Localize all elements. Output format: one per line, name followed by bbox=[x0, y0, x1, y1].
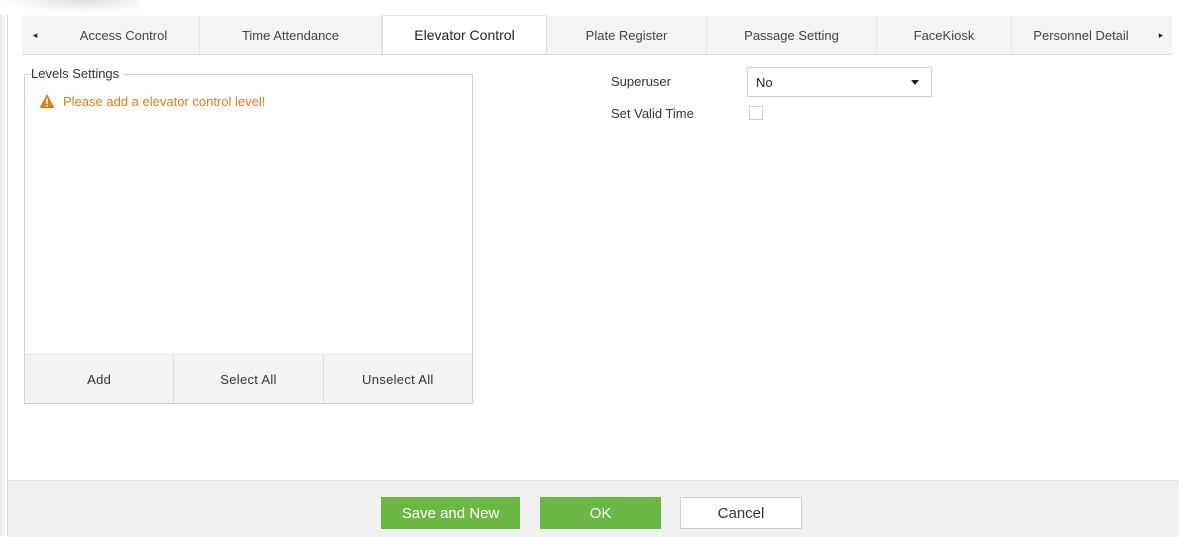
set-valid-time-label: Set Valid Time bbox=[611, 106, 694, 121]
window-left-edge bbox=[0, 0, 8, 536]
select-all-button[interactable]: Select All bbox=[174, 355, 324, 403]
top-shadow bbox=[0, 0, 140, 14]
save-and-new-button[interactable]: Save and New bbox=[381, 497, 520, 529]
tab-bar: ◂ Access Control Time Attendance Elevato… bbox=[22, 15, 1172, 55]
unselect-all-button[interactable]: Unselect All bbox=[324, 355, 472, 403]
ok-button[interactable]: OK bbox=[540, 497, 661, 529]
superuser-select-value: No bbox=[756, 74, 773, 90]
tab-scroll-right-icon[interactable]: ▸ bbox=[1150, 16, 1172, 54]
tab-facekiosk[interactable]: FaceKiosk bbox=[877, 16, 1012, 54]
levels-warning: Please add a elevator control level! bbox=[39, 93, 265, 109]
tab-access-control[interactable]: Access Control bbox=[48, 16, 200, 54]
tab-elevator-control[interactable]: Elevator Control bbox=[382, 15, 547, 54]
tab-time-attendance[interactable]: Time Attendance bbox=[200, 16, 382, 54]
add-level-button[interactable]: Add bbox=[25, 355, 175, 403]
levels-settings-panel: Levels Settings Please add a elevator co… bbox=[24, 66, 473, 404]
warning-triangle-icon bbox=[39, 94, 55, 108]
superuser-select[interactable]: No bbox=[747, 67, 932, 97]
cancel-button[interactable]: Cancel bbox=[680, 497, 802, 529]
tab-plate-register[interactable]: Plate Register bbox=[547, 16, 707, 54]
levels-settings-legend: Levels Settings bbox=[31, 66, 124, 82]
superuser-label: Superuser bbox=[611, 74, 671, 89]
levels-warning-text: Please add a elevator control level! bbox=[63, 93, 266, 109]
tab-scroll-left-icon[interactable]: ◂ bbox=[22, 16, 48, 54]
set-valid-time-checkbox[interactable] bbox=[749, 106, 763, 120]
tab-personnel-detail[interactable]: Personnel Detail bbox=[1012, 16, 1150, 54]
levels-button-row: Add Select All Unselect All bbox=[25, 354, 472, 403]
chevron-down-icon bbox=[911, 80, 919, 85]
tab-passage-setting[interactable]: Passage Setting bbox=[707, 16, 877, 54]
